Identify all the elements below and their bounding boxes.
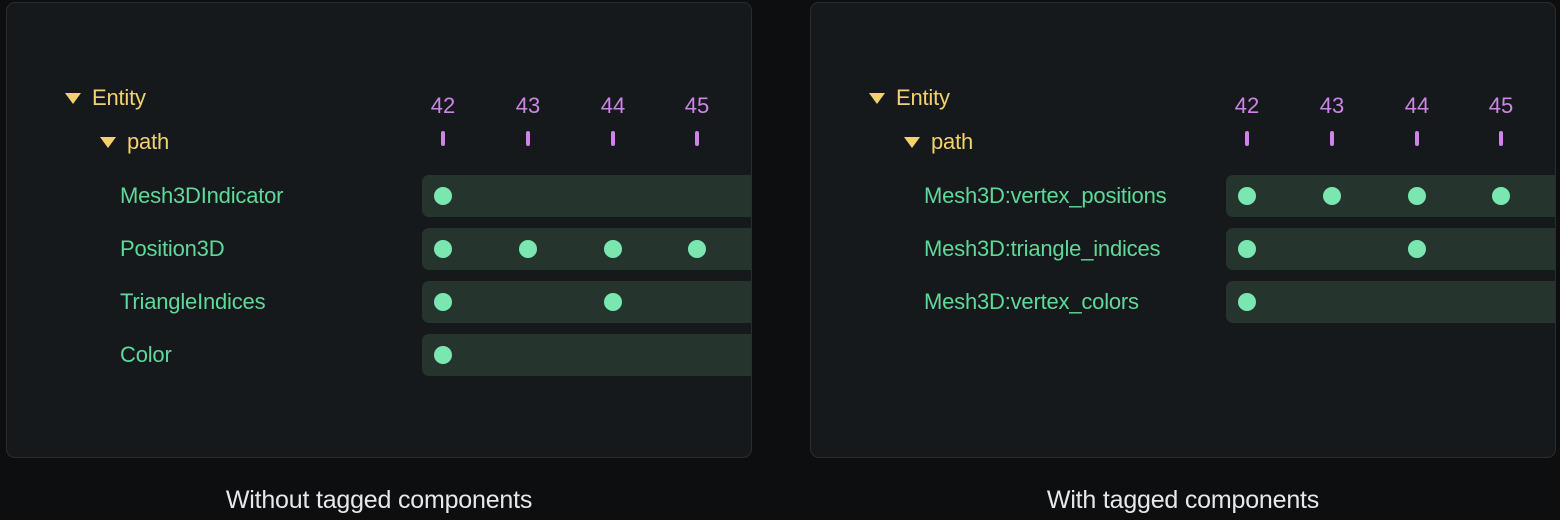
triangle-down-icon[interactable]	[100, 137, 116, 148]
data-point-dot	[604, 240, 622, 258]
data-density-bar[interactable]	[422, 228, 752, 270]
data-point-dot	[434, 240, 452, 258]
data-point-dot	[1323, 187, 1341, 205]
time-tick-icon	[695, 131, 699, 146]
data-point-dot	[434, 346, 452, 364]
component-label[interactable]: TriangleIndices	[120, 281, 265, 323]
timeline-panel-without-tags: Entity path 42 43 44 45 Mesh3DIndicator Positio…	[6, 2, 752, 458]
data-point-dot	[434, 293, 452, 311]
data-point-dot	[1238, 293, 1256, 311]
timeline-panel-with-tags: Entity path 42 43 44 45 Mesh3D:vertex_position…	[810, 2, 1556, 458]
triangle-down-icon[interactable]	[869, 93, 885, 104]
triangle-down-icon[interactable]	[904, 137, 920, 148]
time-column-label: 44	[1405, 95, 1429, 117]
tree-item-entity[interactable]: Entity	[65, 87, 146, 109]
time-tick-icon	[441, 131, 445, 146]
component-label[interactable]: Mesh3D:vertex_positions	[924, 175, 1166, 217]
component-label[interactable]: Mesh3D:triangle_indices	[924, 228, 1160, 270]
tree-item-path[interactable]: path	[904, 131, 973, 153]
data-point-dot	[1408, 240, 1426, 258]
data-density-bar[interactable]	[1226, 175, 1556, 217]
data-point-dot	[688, 240, 706, 258]
component-label[interactable]: Position3D	[120, 228, 224, 270]
time-column-label: 43	[1320, 95, 1344, 117]
time-column-label: 45	[685, 95, 709, 117]
component-label[interactable]: Color	[120, 334, 172, 376]
time-tick-icon	[1499, 131, 1503, 146]
time-tick-icon	[1330, 131, 1334, 146]
time-tick-icon	[526, 131, 530, 146]
data-point-dot	[1238, 240, 1256, 258]
panel-caption: With tagged components	[810, 487, 1556, 513]
data-density-bar[interactable]	[422, 281, 752, 323]
data-density-bar[interactable]	[422, 175, 752, 217]
data-point-dot	[1238, 187, 1256, 205]
component-label[interactable]: Mesh3DIndicator	[120, 175, 283, 217]
tree-item-label: path	[931, 131, 973, 153]
data-point-dot	[1408, 187, 1426, 205]
data-density-bar[interactable]	[1226, 281, 1556, 323]
triangle-down-icon[interactable]	[65, 93, 81, 104]
time-column-label: 42	[1235, 95, 1259, 117]
component-label[interactable]: Mesh3D:vertex_colors	[924, 281, 1139, 323]
data-density-bar[interactable]	[422, 334, 752, 376]
time-column-label: 42	[431, 95, 455, 117]
tree-item-path[interactable]: path	[100, 131, 169, 153]
time-column-label: 43	[516, 95, 540, 117]
data-point-dot	[1492, 187, 1510, 205]
data-point-dot	[519, 240, 537, 258]
time-tick-icon	[1245, 131, 1249, 146]
data-density-bar[interactable]	[1226, 228, 1556, 270]
time-column-label: 45	[1489, 95, 1513, 117]
tree-item-label: Entity	[92, 87, 146, 109]
time-tick-icon	[611, 131, 615, 146]
tree-item-label: path	[127, 131, 169, 153]
time-column-label: 44	[601, 95, 625, 117]
panel-caption: Without tagged components	[6, 487, 752, 513]
data-point-dot	[434, 187, 452, 205]
data-point-dot	[604, 293, 622, 311]
tree-item-entity[interactable]: Entity	[869, 87, 950, 109]
time-tick-icon	[1415, 131, 1419, 146]
tree-item-label: Entity	[896, 87, 950, 109]
